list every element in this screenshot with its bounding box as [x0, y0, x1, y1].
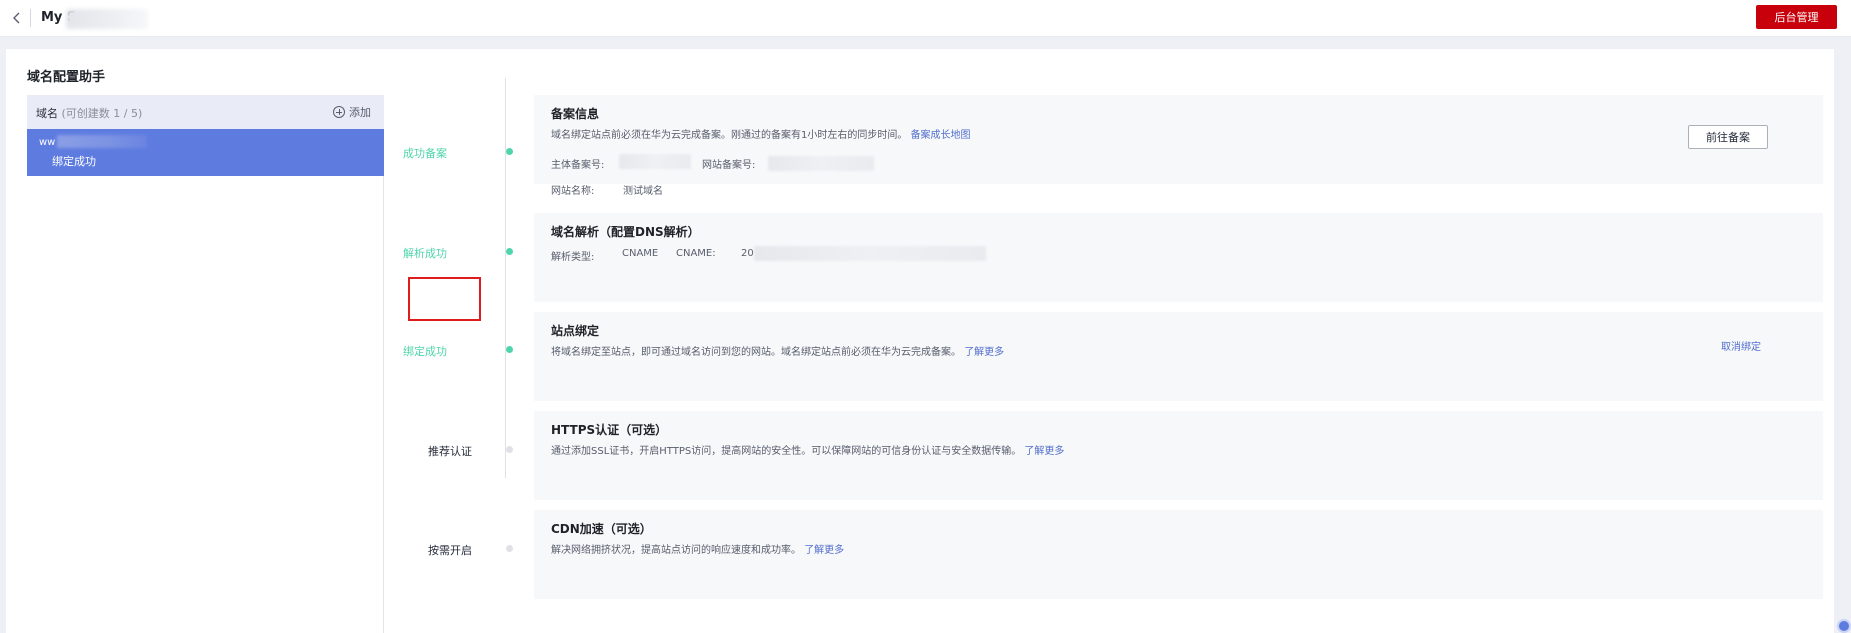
https-card-title: HTTPS认证（可选）	[551, 423, 668, 437]
redacted-domain-name	[57, 135, 147, 148]
redacted-site-number	[768, 156, 874, 171]
https-card: HTTPS认证（可选） 通过添加SSL证书，开启HTTPS访问，提高网站的安全性…	[534, 411, 1823, 500]
dns-type-value: CNAME	[622, 248, 659, 259]
icp-card-title: 备案信息	[551, 107, 600, 121]
add-circle-icon	[333, 106, 345, 118]
icp-subject-label: 主体备案号:	[551, 160, 605, 171]
page-title: 域名配置助手	[27, 70, 106, 85]
dns-resolution-card: 域名解析（配置DNS解析） 解析类型: CNAME CNAME: 20	[534, 213, 1823, 302]
icp-site-label: 网站备案号:	[702, 160, 756, 171]
step-dot-dns	[506, 248, 513, 255]
icp-filing-card: 备案信息 域名绑定站点前必须在华为云完成备案。刚通过的备案有1小时左右的同步时间…	[534, 95, 1823, 197]
https-card-desc: 通过添加SSL证书，开启HTTPS访问，提高网站的安全性。可以保障网站的可信身份…	[551, 446, 1065, 457]
site-name-label: 网站名称:	[551, 186, 595, 197]
bind-card-desc: 将域名绑定至站点，即可通过域名访问到您的网站。域名绑定站点前必须在华为云完成备案…	[551, 347, 1005, 358]
unbind-link[interactable]: 取消绑定	[1721, 338, 1761, 353]
redacted-subject-number	[619, 154, 691, 169]
domain-count: (可创建数 1 / 5)	[61, 107, 143, 120]
cname-value: 20	[741, 248, 754, 259]
timeline-line	[505, 78, 506, 478]
step-dot-cdn	[506, 545, 513, 552]
site-name-value: 测试域名	[623, 186, 663, 197]
cdn-card-title: CDN加速（可选）	[551, 522, 652, 536]
admin-console-button[interactable]: 后台管理	[1756, 5, 1837, 29]
domain-list-item[interactable]: ww 绑定成功	[27, 129, 384, 176]
cdn-card-desc: 解决网络拥挤状况，提高站点访问的响应速度和成功率。 了解更多	[551, 545, 845, 556]
help-chat-icon[interactable]	[1837, 619, 1851, 633]
domain-name: ww	[39, 137, 56, 148]
site-binding-card: 站点绑定 将域名绑定至站点，即可通过域名访问到您的网站。域名绑定站点前必须在华为…	[534, 312, 1823, 401]
redacted-app-title	[66, 9, 148, 29]
step-dot-icp	[506, 148, 513, 155]
icp-growth-map-link[interactable]: 备案成长地图	[911, 130, 971, 141]
cdn-learn-more-link[interactable]: 了解更多	[804, 545, 844, 556]
step-label-cdn: 按需开启	[428, 544, 472, 557]
domain-list-panel: 域名 (可创建数 1 / 5) 添加 ww 绑定成功	[27, 95, 384, 633]
cdn-card: CDN加速（可选） 解决网络拥挤状况，提高站点访问的响应速度和成功率。 了解更多	[534, 510, 1823, 599]
back-arrow-icon[interactable]	[10, 10, 24, 26]
top-bar: My S 后台管理	[0, 0, 1851, 37]
step-label-icp: 成功备案	[403, 147, 447, 160]
cname-label: CNAME:	[676, 248, 716, 259]
step-label-https: 推荐认证	[428, 445, 472, 458]
step-dot-https	[506, 446, 513, 453]
domain-status: 绑定成功	[52, 155, 96, 168]
icp-card-desc: 域名绑定站点前必须在华为云完成备案。刚通过的备案有1小时左右的同步时间。 备案成…	[551, 130, 971, 141]
bind-learn-more-link[interactable]: 了解更多	[964, 347, 1004, 358]
https-learn-more-link[interactable]: 了解更多	[1024, 446, 1064, 457]
domain-list-label: 域名 (可创建数 1 / 5)	[36, 107, 143, 120]
domain-list-header: 域名 (可创建数 1 / 5) 添加	[27, 95, 384, 129]
header-divider	[30, 9, 31, 27]
dns-type-label: 解析类型:	[551, 252, 595, 263]
dns-card-title: 域名解析（配置DNS解析）	[551, 225, 700, 239]
step-label-dns: 解析成功	[403, 247, 447, 260]
add-domain-button[interactable]: 添加	[333, 104, 371, 120]
highlight-annotation-box	[408, 277, 481, 321]
add-domain-label: 添加	[349, 106, 371, 119]
go-to-icp-button[interactable]: 前往备案	[1688, 125, 1768, 149]
step-dot-bind	[506, 346, 513, 353]
step-label-bind: 绑定成功	[403, 345, 447, 358]
redacted-cname-value	[754, 246, 986, 261]
bind-card-title: 站点绑定	[551, 324, 600, 338]
